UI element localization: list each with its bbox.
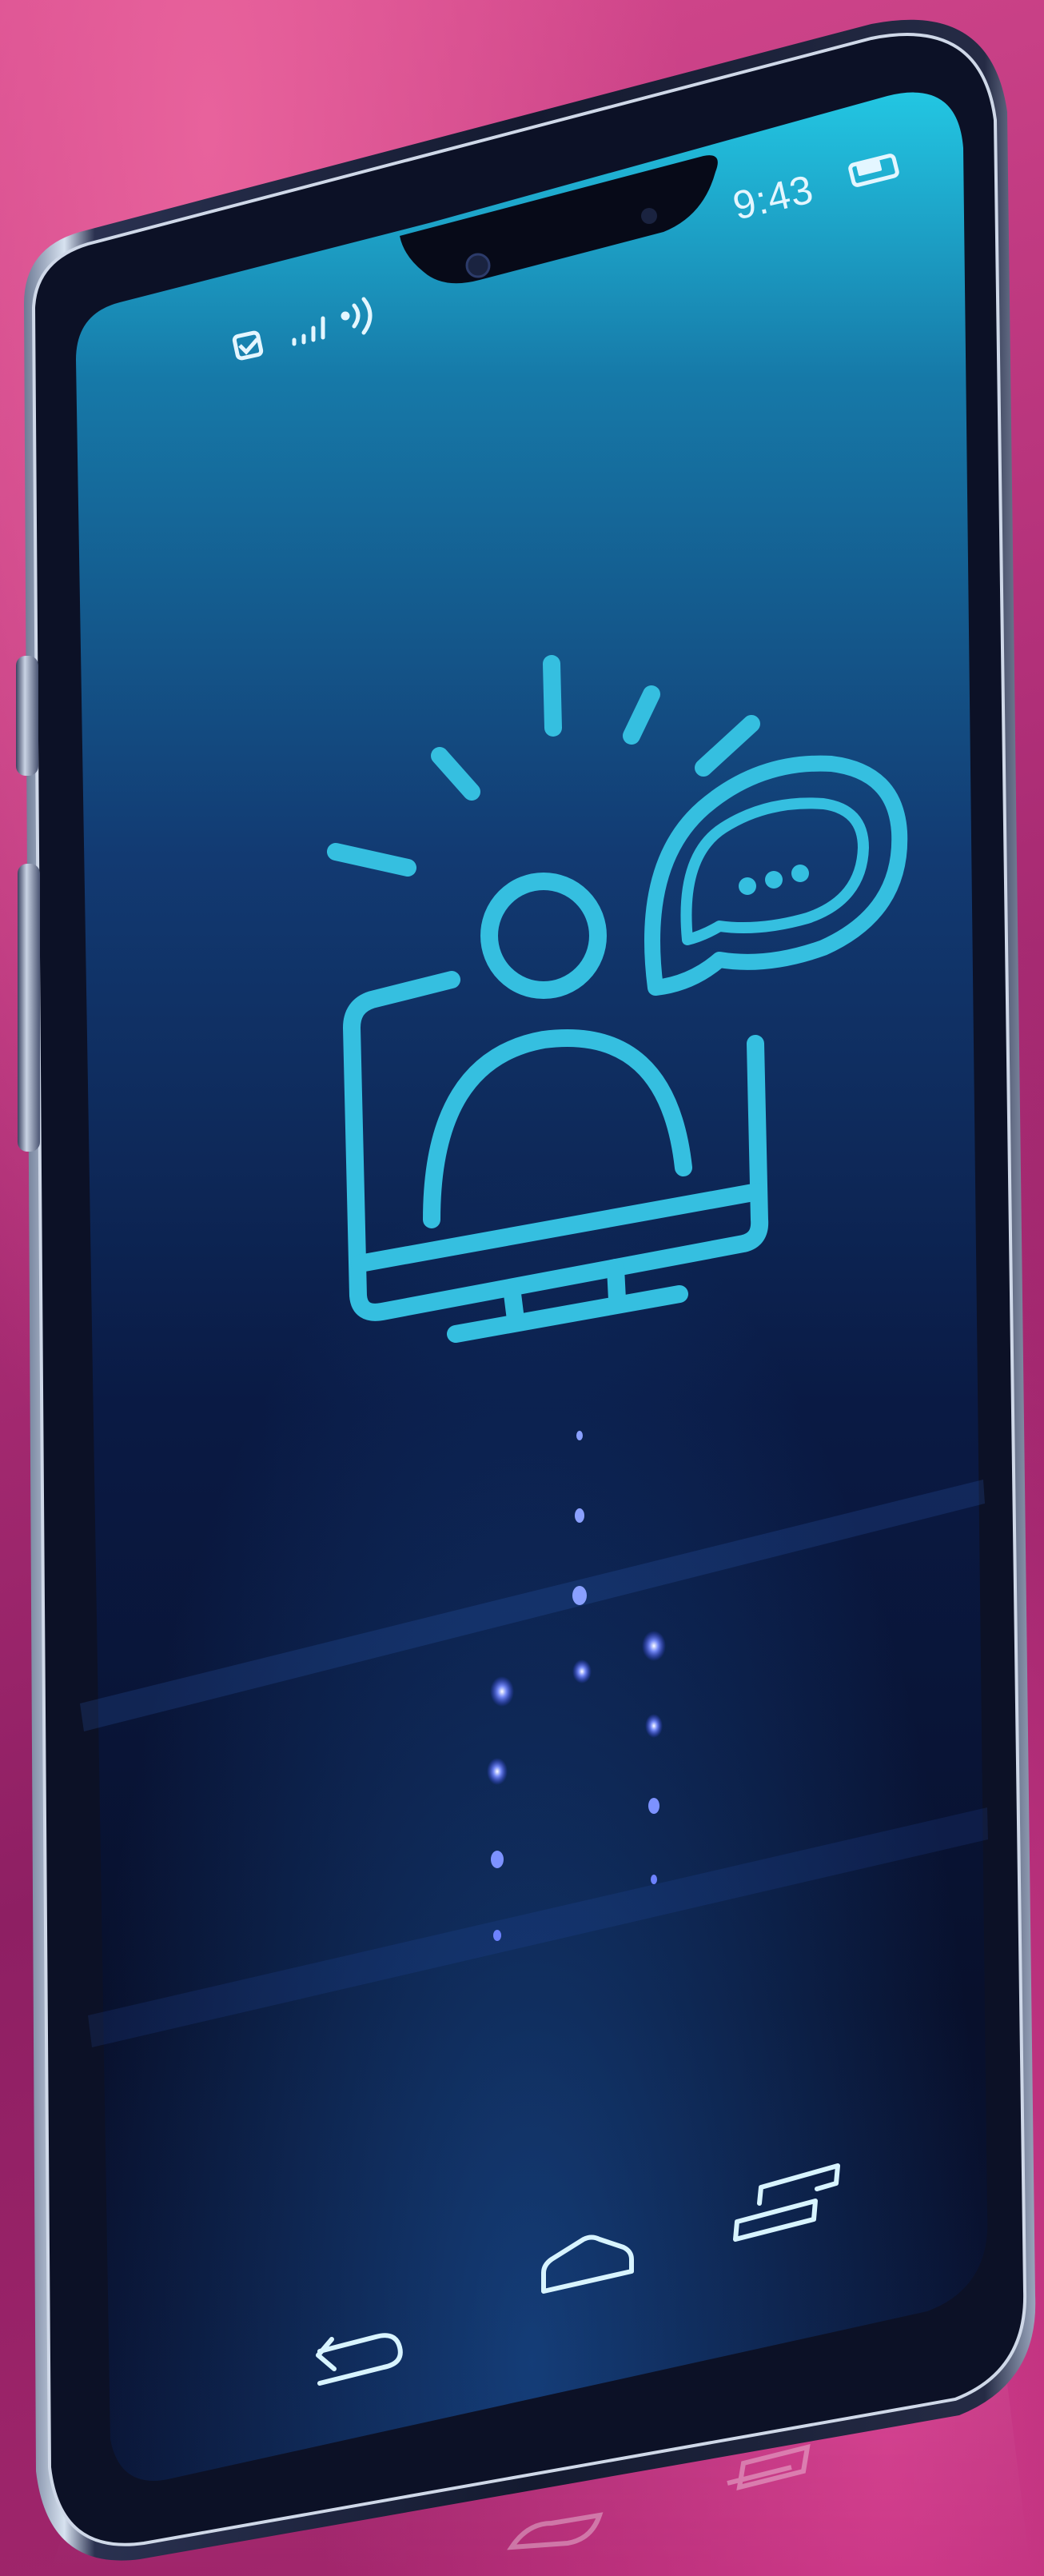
front-camera [465,253,491,278]
ray-3 [543,655,562,737]
volume-button[interactable] [16,656,38,776]
phone-scene: 9:43 [16,19,1036,2576]
front-sensor [641,208,657,224]
power-button[interactable] [18,864,40,1152]
